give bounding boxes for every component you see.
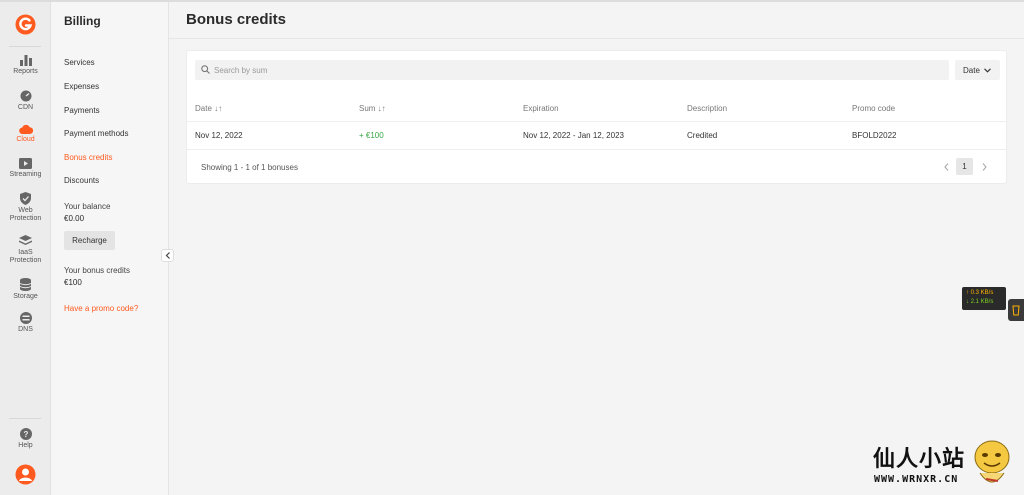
upload-speed: ↑ 0.3 KB/s [966,290,994,296]
bonus-credits-label: Your bonus credits [64,266,130,275]
sidebar-title: Billing [64,14,101,28]
column-header-sum[interactable]: Sum ↓↑ [359,104,386,113]
network-speed-widget: ↑ 0.3 KB/s ↓ 2.1 KB/s [962,287,1006,310]
column-header-promo-code: Promo code [852,104,896,113]
help-icon: ? [19,428,32,440]
date-filter-label: Date [963,65,980,75]
sidebar-item-payments[interactable]: Payments [64,106,100,115]
rail-divider [9,418,41,419]
rail-divider [9,46,41,47]
bar-chart-icon [19,55,32,66]
icon-rail: Reports CDN Cloud Streaming Web Protecti… [0,2,51,495]
svg-text:?: ? [23,430,28,439]
cell-expiration: Nov 12, 2022 - Jan 12, 2023 [523,131,624,140]
table-divider [187,121,1006,122]
watermark-url: WWW.WRNXR.CN [874,474,959,485]
rail-label-line1: IaaS [18,249,33,256]
next-page-button[interactable] [977,159,991,175]
cup-icon [1012,305,1020,315]
rail-label: DNS [18,326,33,333]
column-header-expiration: Expiration [523,104,559,113]
table-divider [187,149,1006,150]
user-avatar-icon[interactable] [15,464,36,490]
sidebar-item-expenses[interactable]: Expenses [64,82,99,91]
search-icon [201,65,210,74]
cell-description: Credited [687,131,718,140]
sidebar-item-bonus-credits[interactable]: Bonus credits [64,153,112,162]
header-divider [169,38,1024,39]
rail-label: Storage [13,293,38,300]
column-header-description: Description [687,104,728,113]
rail-item-storage[interactable]: Storage [0,278,51,301]
chevron-left-icon [165,252,170,259]
prev-page-button[interactable] [939,159,953,175]
column-header-date[interactable]: Date ↓↑ [195,104,222,113]
rail-item-cloud[interactable]: Cloud [0,124,51,144]
rail-label-line1: Web [18,207,33,214]
balance-value: €0.00 [64,214,85,223]
gauge-icon [20,90,31,102]
bonus-credits-value: €100 [64,278,82,287]
cell-promo-code: BFOLD2022 [852,131,897,140]
page-title: Bonus credits [186,11,287,28]
collapse-sidebar-button[interactable] [161,249,174,262]
rail-item-iaas-protection[interactable]: IaaS Protection [0,235,51,265]
search-input[interactable] [214,63,714,77]
play-icon [19,158,32,169]
rail-item-cdn[interactable]: CDN [0,90,51,112]
date-filter-dropdown[interactable]: Date [955,60,1000,80]
dns-icon [19,312,32,324]
sidebar-item-discounts[interactable]: Discounts [64,176,99,185]
watermark-mascot-icon [972,437,1012,495]
pagination-summary: Showing 1 - 1 of 1 bonuses [201,163,298,172]
page-number-button[interactable]: 1 [956,158,973,175]
rail-label: Cloud [16,136,35,143]
rail-item-help[interactable]: ? Help [0,428,51,450]
sidebar-item-services[interactable]: Services [64,58,95,67]
chevron-left-icon [943,163,948,171]
cell-date: Nov 12, 2022 [195,131,243,140]
rail-label-line2: Protection [9,215,42,222]
rail-label: Help [18,442,33,449]
rail-item-reports[interactable]: Reports [0,55,51,76]
rail-label-line2: Protection [9,257,42,264]
gcore-logo-icon[interactable] [15,14,36,35]
rail-item-web-protection[interactable]: Web Protection [0,192,51,223]
database-icon [20,278,31,291]
rail-item-streaming[interactable]: Streaming [0,158,51,179]
shield-icon [20,192,31,205]
balance-label: Your balance [64,202,111,211]
download-speed: ↓ 2.1 KB/s [966,299,994,305]
chevron-down-icon [984,67,991,73]
billing-sidebar: Billing Services Expenses Payments Payme… [51,2,169,495]
rail-label: CDN [17,104,34,111]
cell-sum: + €100 [359,131,384,140]
chevron-right-icon [982,163,987,171]
side-panel-tab[interactable] [1008,299,1024,321]
rail-item-dns[interactable]: DNS [0,312,51,334]
cloud-icon [18,124,33,134]
layers-icon [19,235,32,245]
sidebar-item-payment-methods[interactable]: Payment methods [64,129,128,138]
rail-label: Reports [13,68,38,75]
bonus-credits-card: Date Date ↓↑ Sum ↓↑ Expiration Descripti… [186,50,1007,184]
rail-label: Streaming [9,171,42,178]
promo-code-link[interactable]: Have a promo code? [64,304,138,313]
recharge-button[interactable]: Recharge [64,231,115,250]
watermark-text: 仙人小站 [873,446,966,471]
